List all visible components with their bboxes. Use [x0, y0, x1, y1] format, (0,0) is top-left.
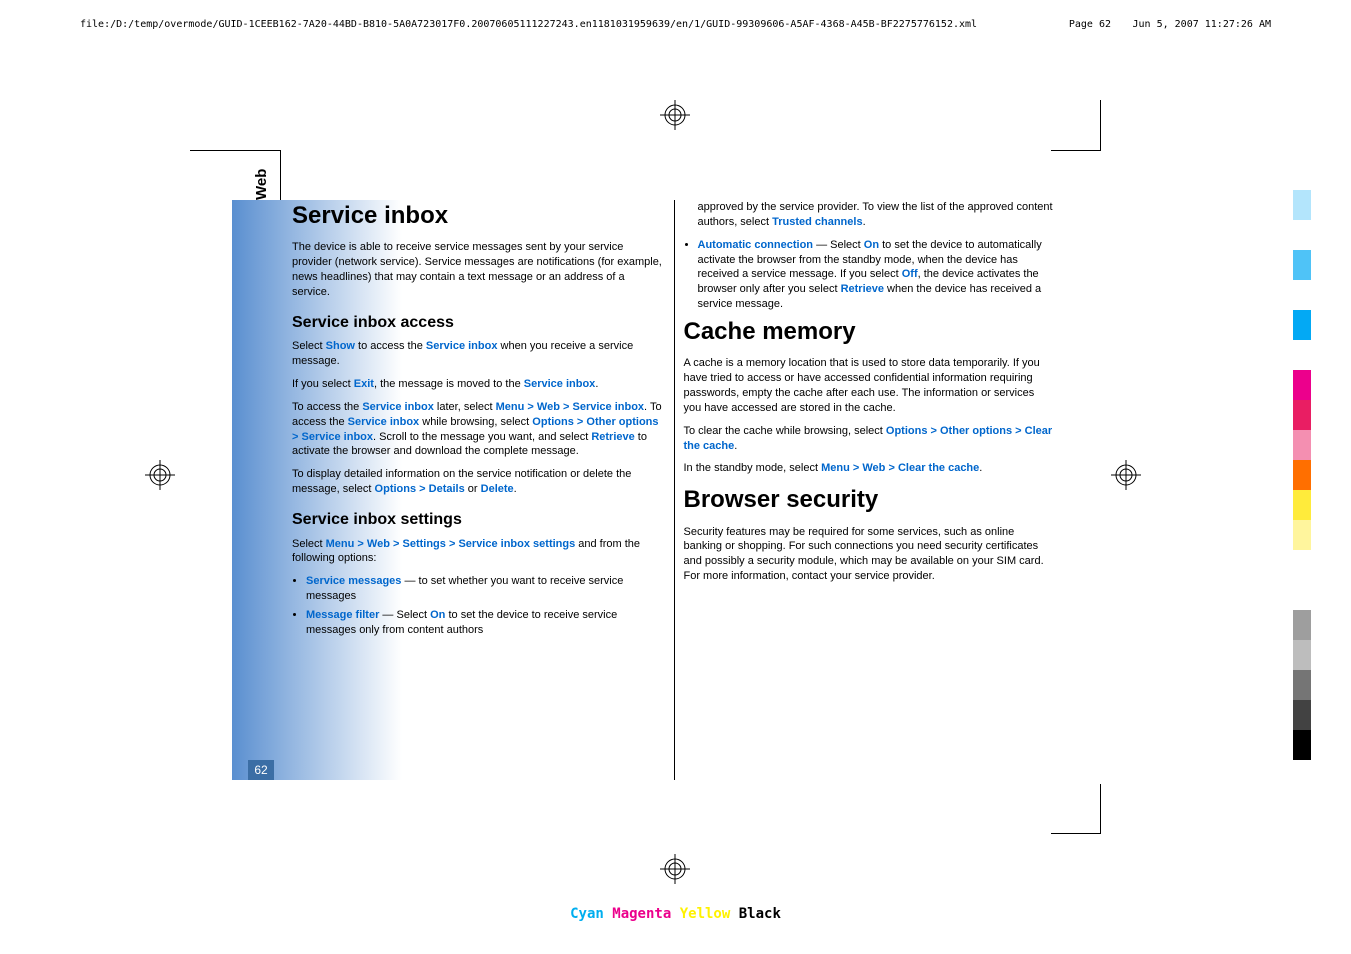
paragraph: Security features may be required for so… [684, 525, 1056, 584]
crop-mark [1051, 150, 1101, 151]
registration-mark-top [660, 100, 690, 130]
paragraph: A cache is a memory location that is use… [684, 356, 1056, 415]
options-list: Automatic connection — Select On to set … [684, 238, 1056, 312]
footer-color-names: Cyan Magenta Yellow Black [570, 905, 781, 924]
options-list: Service messages — to set whether you wa… [292, 574, 664, 637]
link-retrieve[interactable]: Retrieve [841, 283, 884, 295]
heading-browser-security: Browser security [684, 484, 1056, 516]
header-page: Page 62 [1069, 18, 1111, 32]
link-on[interactable]: On [430, 609, 445, 621]
link-web[interactable]: Web [367, 538, 390, 550]
link-menu[interactable]: Menu [326, 538, 355, 550]
crop-mark [1100, 100, 1101, 150]
link-details[interactable]: Details [429, 483, 465, 495]
content-area: Web 62 Service inbox The device is able … [282, 200, 1065, 780]
list-item: Message filter — Select On to set the de… [306, 608, 664, 638]
black-label: Black [739, 906, 781, 922]
link-options[interactable]: Options [886, 425, 928, 437]
link-message-filter[interactable]: Message filter [306, 609, 379, 621]
paragraph: Select Menu > Web > Settings > Service i… [292, 537, 664, 567]
link-service-inbox[interactable]: Service inbox [348, 416, 420, 428]
yellow-label: Yellow [680, 906, 731, 922]
crop-mark [1051, 833, 1101, 834]
paragraph: If you select Exit, the message is moved… [292, 377, 664, 392]
link-menu[interactable]: Menu [496, 401, 525, 413]
link-clear-cache[interactable]: Clear the cache [898, 462, 979, 474]
registration-mark-right [1111, 460, 1141, 490]
link-service-inbox[interactable]: Service inbox [524, 378, 596, 390]
registration-mark-bottom [660, 854, 690, 884]
link-other-options[interactable]: Other options [586, 416, 658, 428]
link-off[interactable]: Off [902, 268, 918, 280]
registration-mark-left [145, 460, 175, 490]
list-item: Service messages — to set whether you wa… [306, 574, 664, 604]
link-trusted-channels[interactable]: Trusted channels [772, 216, 862, 228]
link-service-inbox[interactable]: Service inbox [426, 340, 498, 352]
link-settings[interactable]: Settings [403, 538, 446, 550]
paragraph: To display detailed information on the s… [292, 467, 664, 497]
link-menu[interactable]: Menu [821, 462, 850, 474]
column-right: approved by the service provider. To vie… [674, 200, 1066, 780]
link-options[interactable]: Options [375, 483, 417, 495]
column-left: Service inbox The device is able to rece… [282, 200, 674, 780]
header-path: file:/D:/temp/overmode/GUID-1CEEB162-7A2… [80, 18, 977, 32]
magenta-label: Magenta [612, 906, 671, 922]
paragraph: To access the Service inbox later, selec… [292, 400, 664, 459]
link-service-inbox[interactable]: Service inbox [573, 401, 645, 413]
page-number: 62 [248, 760, 274, 780]
paragraph: The device is able to receive service me… [292, 240, 664, 299]
link-web[interactable]: Web [862, 462, 885, 474]
color-calibration-bar [1293, 190, 1311, 760]
crop-mark [190, 150, 280, 151]
header-date: Jun 5, 2007 11:27:26 AM [1133, 18, 1271, 32]
heading-service-inbox-settings: Service inbox settings [292, 509, 664, 531]
heading-service-inbox: Service inbox [292, 200, 664, 232]
link-exit[interactable]: Exit [354, 378, 374, 390]
link-service-messages[interactable]: Service messages [306, 575, 401, 587]
link-show[interactable]: Show [326, 340, 355, 352]
paragraph: Select Show to access the Service inbox … [292, 339, 664, 369]
link-options[interactable]: Options [532, 416, 574, 428]
link-service-inbox[interactable]: Service inbox [301, 431, 373, 443]
cyan-label: Cyan [570, 906, 604, 922]
page: file:/D:/temp/overmode/GUID-1CEEB162-7A2… [0, 0, 1351, 954]
link-service-inbox[interactable]: Service inbox [362, 401, 434, 413]
paragraph: To clear the cache while browsing, selec… [684, 424, 1056, 454]
link-delete[interactable]: Delete [481, 483, 514, 495]
link-automatic-connection[interactable]: Automatic connection [698, 239, 814, 251]
side-label: Web [252, 169, 272, 200]
crop-mark [1100, 784, 1101, 834]
link-retrieve[interactable]: Retrieve [591, 431, 634, 443]
link-service-inbox-settings[interactable]: Service inbox settings [458, 538, 575, 550]
list-item: Automatic connection — Select On to set … [698, 238, 1056, 312]
heading-service-inbox-access: Service inbox access [292, 312, 664, 334]
link-on[interactable]: On [864, 239, 879, 251]
heading-cache-memory: Cache memory [684, 316, 1056, 348]
link-other-options[interactable]: Other options [940, 425, 1012, 437]
crop-mark [280, 150, 281, 200]
paragraph: approved by the service provider. To vie… [698, 200, 1056, 230]
paragraph: In the standby mode, select Menu > Web >… [684, 461, 1056, 476]
link-web[interactable]: Web [537, 401, 560, 413]
